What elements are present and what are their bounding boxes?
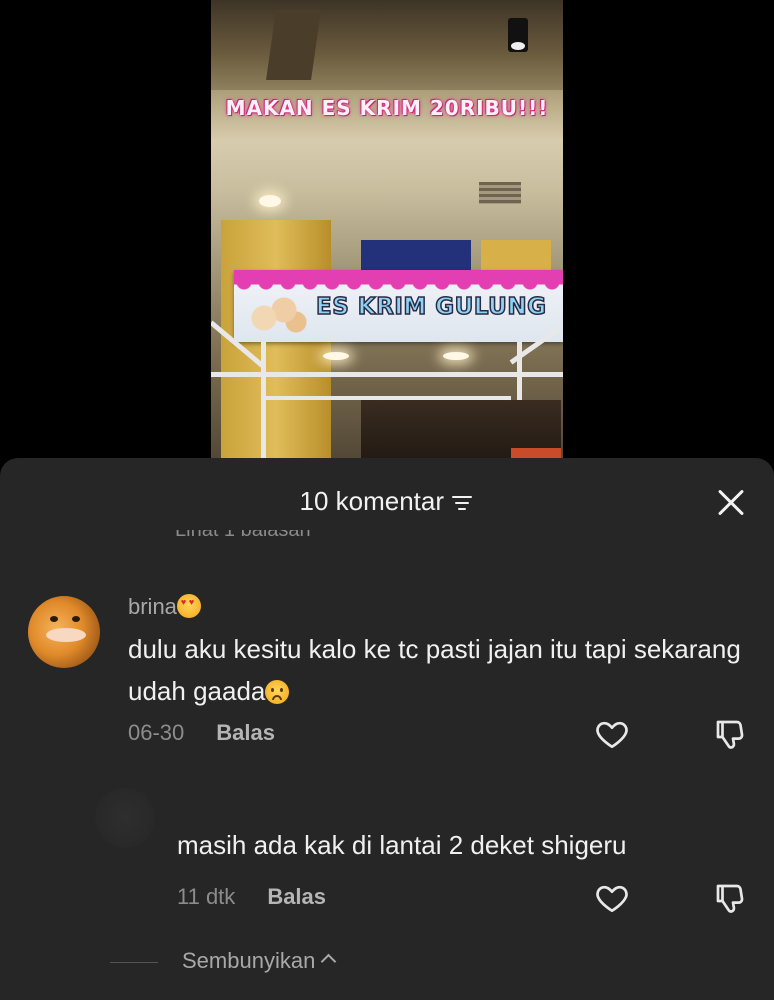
comment-username[interactable]: brina <box>128 594 201 620</box>
thumb-down-icon[interactable] <box>712 880 748 916</box>
ceiling-vent <box>479 182 521 204</box>
reply-avatar[interactable] <box>95 788 155 848</box>
heart-outline-icon[interactable] <box>594 880 630 916</box>
hide-replies-button[interactable]: Sembunyikan <box>182 948 315 973</box>
ceiling-downlight <box>323 352 349 360</box>
comment-meta: 06-30 Balas <box>128 720 275 746</box>
avatar-eye <box>72 616 80 622</box>
shop-sign: ES KRIM GULUNG <box>234 270 563 342</box>
avatar[interactable] <box>28 596 100 668</box>
cat-heart-eyes-emoji <box>176 594 201 618</box>
hide-replies-row: Sembunyikan <box>110 948 337 974</box>
sheet-header: 10 komentar <box>0 486 774 517</box>
ceiling-downlight <box>443 352 469 360</box>
comments-count-title: 10 komentar <box>299 486 445 516</box>
reply-date: 11 dtk <box>177 884 236 909</box>
heart-outline-icon[interactable] <box>594 716 630 752</box>
view-replies-link[interactable]: Lihat 1 balasan <box>175 530 311 544</box>
comment-text: dulu aku kesitu kalo ke tc pasti jajan i… <box>128 634 741 706</box>
filter-icon[interactable] <box>452 493 474 511</box>
thumb-down-icon[interactable] <box>712 716 748 752</box>
shop-sign-text: ES KRIM GULUNG <box>315 293 547 321</box>
reply-button[interactable]: Balas <box>216 720 275 745</box>
avatar-mouth <box>46 628 86 642</box>
ice-cream-roll-art <box>244 288 308 334</box>
divider-line <box>110 961 158 963</box>
reply-text: masih ada kak di lantai 2 deket shigeru <box>177 830 627 860</box>
video-player[interactable]: MAKAN ES KRIM 20RIBU!!! ES KRIM GULUNG <box>211 0 563 470</box>
close-icon[interactable] <box>716 488 746 518</box>
comments-sheet: 10 komentar Lihat 1 balasan brina dulu a… <box>0 458 774 1000</box>
chevron-up-icon[interactable] <box>321 953 337 970</box>
avatar-eye <box>50 616 58 622</box>
reply-meta: 11 dtk Balas <box>177 884 326 910</box>
reply-button[interactable]: Balas <box>267 884 326 909</box>
frowning-face-emoji <box>265 680 290 704</box>
yellow-panel <box>481 240 551 270</box>
comment-date: 06-30 <box>128 720 185 745</box>
video-caption: MAKAN ES KRIM 20RIBU!!! <box>225 96 549 120</box>
ceiling-downlight <box>259 195 281 207</box>
ceiling-lamp <box>508 18 528 52</box>
